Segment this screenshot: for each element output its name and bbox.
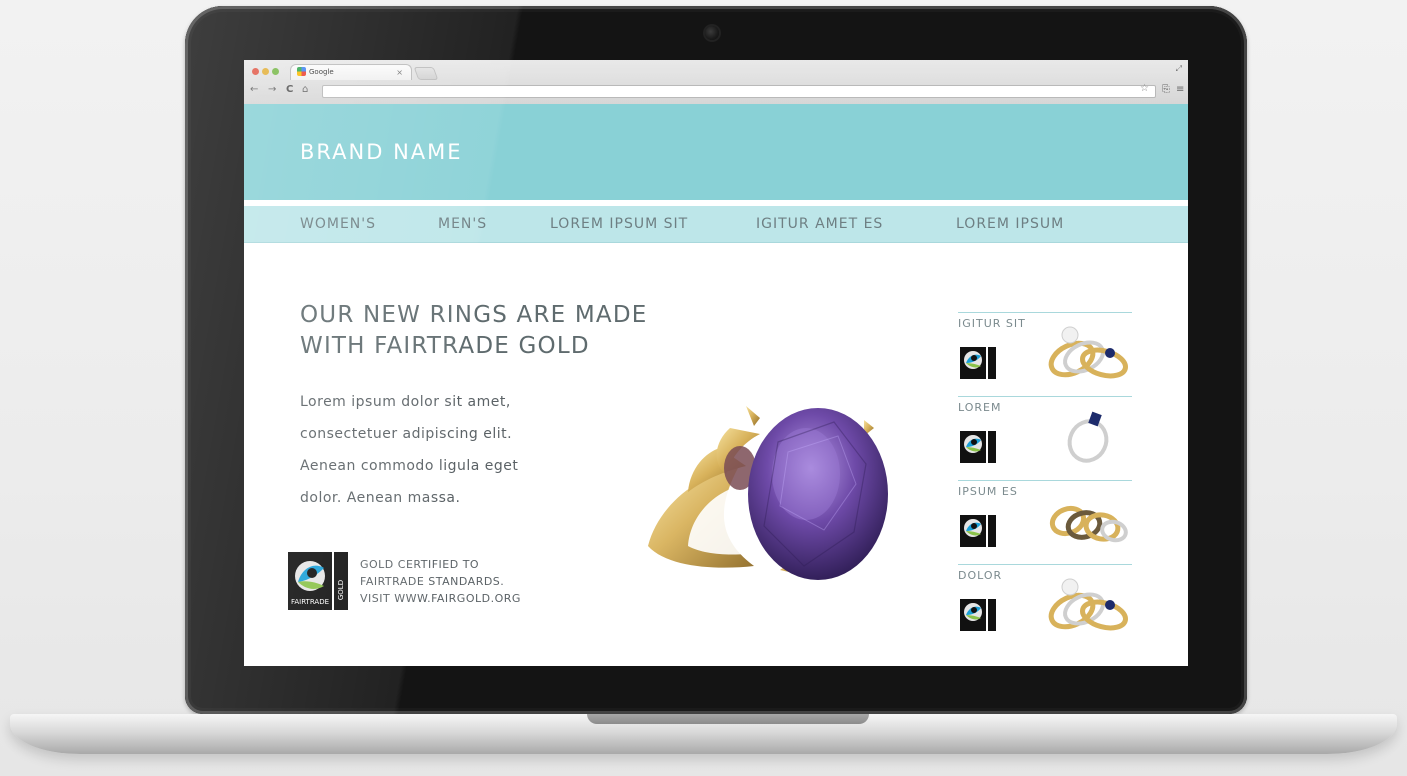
ring-thumbnail-image — [1049, 505, 1128, 543]
nav-item-lorem-ipsum-sit[interactable]: LOREM IPSUM SIT — [550, 216, 688, 232]
minimize-window-button[interactable] — [262, 68, 269, 75]
home-icon[interactable]: ⌂ — [302, 84, 308, 96]
laptop-base — [10, 714, 1397, 754]
side-item-label: DOLOR — [958, 569, 1003, 582]
ring-thumbnail-image — [1067, 411, 1109, 463]
hero-title: OUR NEW RINGS ARE MADE WITH FAIRTRADE GO… — [300, 300, 720, 362]
maximize-window-button[interactable] — [272, 68, 279, 75]
nav-item-lorem-ipsum[interactable]: LOREM IPSUM — [956, 216, 1064, 232]
side-item-label: LOREM — [958, 401, 1002, 414]
fairtrade-mini-logo-icon — [960, 515, 996, 547]
reload-icon[interactable]: C — [286, 84, 293, 96]
ring-thumbnail-image — [1048, 578, 1128, 631]
hero-body-line: Aenean commodo ligula eget — [300, 458, 519, 474]
fairtrade-mini-logo-icon — [960, 347, 996, 379]
fairtrade-logo-text: FAIRTRADE — [291, 598, 329, 606]
laptop-screen: Google × ⤢ ← → C ⌂ ☆ ⎘ ≡ BRAND NAME WOME… — [244, 60, 1188, 666]
certification-text: GOLD CERTIFIED TO FAIRTRADE STANDARDS. V… — [360, 556, 521, 607]
certification-line: FAIRTRADE STANDARDS. — [360, 575, 505, 588]
new-tab-button[interactable] — [413, 67, 439, 80]
laptop-bezel: Google × ⤢ ← → C ⌂ ☆ ⎘ ≡ BRAND NAME WOME… — [185, 6, 1247, 714]
amethyst-ring-image — [648, 406, 888, 580]
back-arrow-icon[interactable]: ← — [250, 84, 258, 96]
side-item[interactable]: IGITUR SIT — [958, 312, 1132, 397]
main-nav: WOMEN'S MEN'S LOREM IPSUM SIT IGITUR AME… — [244, 206, 1188, 243]
nav-item-mens[interactable]: MEN'S — [438, 216, 487, 232]
gold-badge-text: GOLD — [337, 580, 345, 600]
ring-thumbnail-image — [1048, 326, 1128, 379]
close-tab-icon[interactable]: × — [396, 65, 403, 80]
forward-arrow-icon[interactable]: → — [268, 84, 276, 96]
side-item[interactable]: LOREM — [958, 396, 1132, 481]
page-menu-icon[interactable]: ⎘ — [1162, 84, 1170, 96]
browser-chrome: Google × ⤢ ← → C ⌂ ☆ ⎘ ≡ — [244, 60, 1188, 105]
bookmark-star-icon[interactable]: ☆ — [1140, 83, 1149, 94]
certification-line[interactable]: VISIT WWW.FAIRGOLD.ORG — [360, 590, 521, 607]
fairtrade-gold-logo-icon: FAIRTRADE GOLD — [288, 552, 348, 610]
hero-title-line: OUR NEW RINGS ARE MADE — [300, 302, 648, 328]
site-header: BRAND NAME — [244, 104, 1188, 200]
side-item-label: IGITUR SIT — [958, 317, 1026, 330]
google-favicon-icon — [297, 67, 306, 76]
side-product-list: IGITUR SIT LOREM IPSUM ES DOLOR — [958, 312, 1132, 652]
hero-body-line: dolor. Aenean massa. — [300, 490, 461, 506]
nav-item-igitur-amet-es[interactable]: IGITUR AMET ES — [756, 216, 883, 232]
certification-line: GOLD CERTIFIED TO — [360, 558, 480, 571]
close-window-button[interactable] — [252, 68, 259, 75]
settings-menu-icon[interactable]: ≡ — [1176, 84, 1184, 96]
address-bar[interactable]: ☆ — [322, 83, 1156, 98]
tab-title: Google — [309, 68, 334, 76]
fullscreen-icon[interactable]: ⤢ — [1176, 64, 1182, 74]
hero-body-line: Lorem ipsum dolor sit amet, — [300, 394, 511, 410]
laptop-lid-notch — [587, 714, 869, 724]
side-item[interactable]: DOLOR — [958, 564, 1132, 649]
fairtrade-certification: FAIRTRADE GOLD GOLD CERTIFIED TO FAIRTRA… — [288, 552, 608, 612]
hero-body: Lorem ipsum dolor sit amet, consectetuer… — [300, 386, 590, 514]
webcam — [705, 26, 719, 40]
hero-body-line: consectetuer adipiscing elit. — [300, 426, 513, 442]
fairtrade-mini-logo-icon — [960, 431, 996, 463]
side-item-label: IPSUM ES — [958, 485, 1018, 498]
browser-tab[interactable]: Google × — [290, 64, 412, 80]
side-item[interactable]: IPSUM ES — [958, 480, 1132, 565]
brand-name[interactable]: BRAND NAME — [300, 140, 463, 164]
nav-item-womens[interactable]: WOMEN'S — [300, 216, 376, 232]
fairtrade-mini-logo-icon — [960, 599, 996, 631]
